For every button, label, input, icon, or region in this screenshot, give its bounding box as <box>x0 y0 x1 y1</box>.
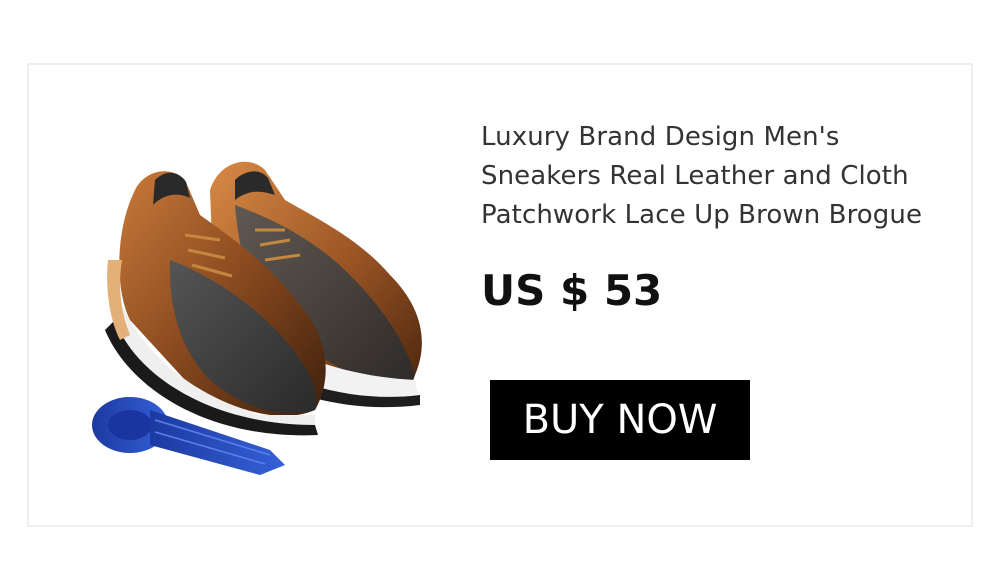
product-image[interactable] <box>60 90 440 480</box>
product-price: US $ 53 <box>481 266 663 315</box>
buy-now-button[interactable]: BUY NOW <box>490 380 750 460</box>
product-title[interactable]: Luxury Brand Design Men's Sneakers Real … <box>481 118 961 235</box>
